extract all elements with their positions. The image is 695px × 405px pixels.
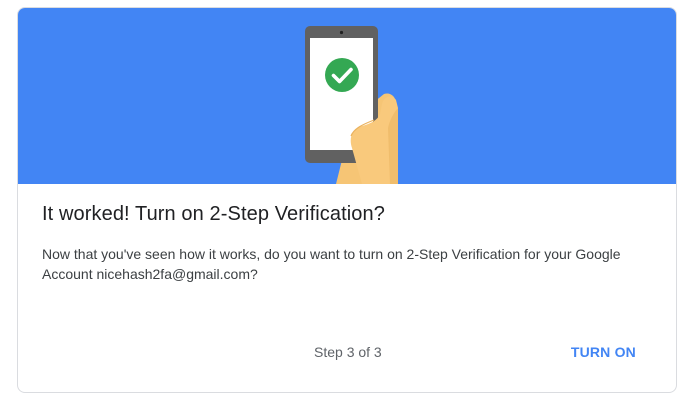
hero-banner [18, 8, 676, 184]
verification-dialog: It worked! Turn on 2-Step Verification? … [17, 7, 677, 393]
turn-on-button[interactable]: TURN ON [559, 334, 648, 370]
check-circle-icon [325, 58, 359, 92]
phone-with-checkmark-icon [305, 26, 398, 184]
step-indicator: Step 3 of 3 [314, 344, 382, 360]
dialog-title: It worked! Turn on 2-Step Verification? [42, 203, 385, 225]
dialog-footer: Step 3 of 3 TURN ON [18, 334, 676, 370]
dialog-message: Now that you've seen how it works, do yo… [42, 246, 621, 282]
